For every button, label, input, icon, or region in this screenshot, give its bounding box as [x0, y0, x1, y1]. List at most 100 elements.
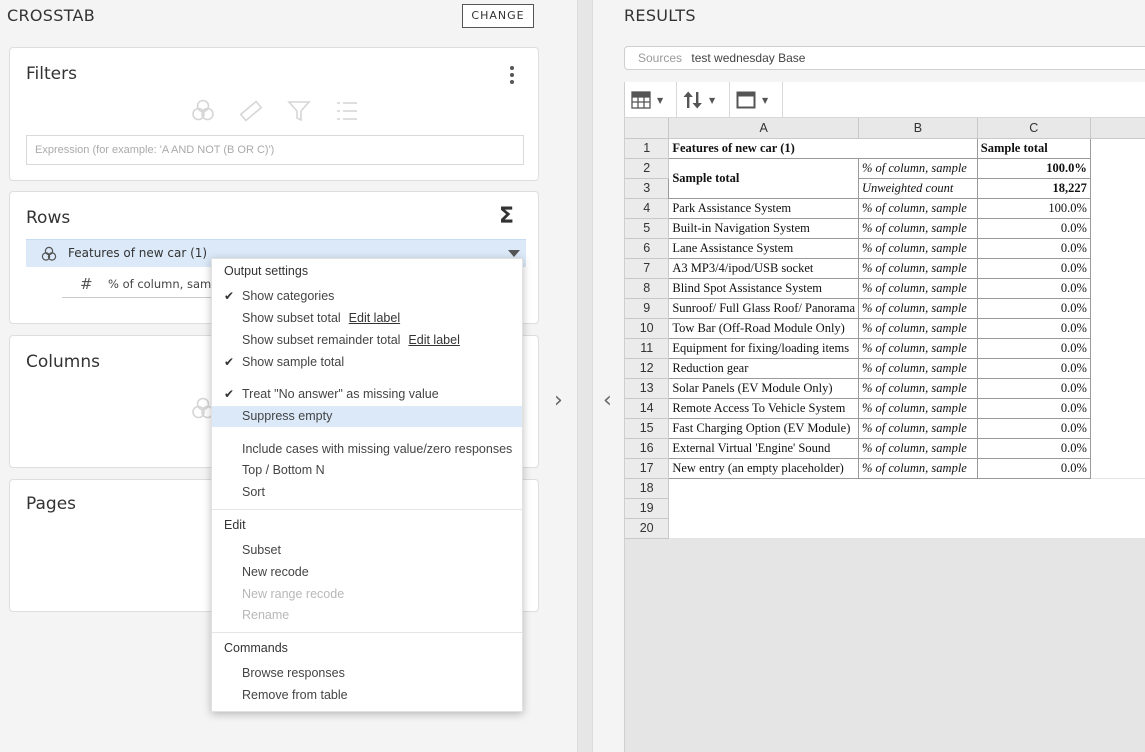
cell-a[interactable]: New entry (an empty placeholder) — [668, 457, 859, 479]
row-number[interactable]: 13 — [625, 378, 670, 399]
cell-a[interactable]: A3 MP3/4/ipod/USB socket — [668, 257, 859, 279]
cell-b[interactable]: % of column, sample — [858, 317, 978, 339]
cell-b[interactable]: % of column, sample — [858, 457, 978, 479]
menu-item-show-subset-total[interactable]: Show subset total Edit label — [212, 308, 522, 329]
chevron-left-icon[interactable]: ‹ — [603, 388, 612, 413]
empty-cell[interactable] — [1090, 358, 1145, 378]
cell-c[interactable]: 0.0% — [976, 357, 1091, 379]
empty-cell[interactable] — [1090, 298, 1145, 318]
funnel-icon[interactable] — [286, 98, 312, 124]
cell-a[interactable]: External Virtual 'Engine' Sound — [668, 437, 859, 459]
empty-cell[interactable] — [668, 518, 1145, 538]
empty-cell[interactable] — [1090, 398, 1145, 418]
row-number[interactable]: 1 — [625, 138, 670, 159]
cell-c[interactable]: 0.0% — [976, 337, 1091, 359]
column-header-blank[interactable] — [1090, 118, 1145, 139]
corner-cell[interactable] — [625, 118, 670, 139]
row-number[interactable]: 8 — [625, 278, 670, 299]
row-number[interactable]: 2 — [625, 158, 670, 179]
row-number[interactable]: 5 — [625, 218, 670, 239]
cell-a[interactable]: Reduction gear — [668, 357, 859, 379]
empty-cell[interactable] — [1090, 258, 1145, 278]
empty-cell[interactable] — [1090, 138, 1145, 158]
cell-a[interactable]: Blind Spot Assistance System — [668, 277, 859, 299]
cell-b[interactable]: % of column, sample — [858, 237, 978, 259]
cell-c[interactable]: 100.0% — [976, 157, 1091, 179]
menu-item-remove-from-table[interactable]: Remove from table — [212, 685, 522, 706]
empty-cell[interactable] — [1090, 418, 1145, 438]
cell-b[interactable]: % of column, sample — [858, 257, 978, 279]
edit-label-link[interactable]: Edit label — [408, 333, 459, 347]
layout-dropdown[interactable]: ▼ — [736, 90, 768, 110]
edit-label-link[interactable]: Edit label — [349, 311, 400, 325]
cell-a[interactable]: Built-in Navigation System — [668, 217, 859, 239]
cell-b[interactable]: % of column, sample — [858, 437, 978, 459]
cell-b[interactable]: Unweighted count — [858, 177, 978, 199]
cell-a[interactable]: Sunroof/ Full Glass Roof/ Panorama — [668, 297, 859, 319]
change-button[interactable]: CHANGE — [462, 4, 534, 28]
empty-cell[interactable] — [668, 498, 1145, 518]
cell-a[interactable]: Lane Assistance System — [668, 237, 859, 259]
column-header-b[interactable]: B — [858, 118, 978, 139]
menu-item-treat-no-answer[interactable]: ✔ Treat "No answer" as missing value — [212, 384, 522, 405]
panel-divider[interactable] — [577, 0, 593, 752]
cell-c[interactable]: 0.0% — [976, 397, 1091, 419]
column-header-c[interactable]: C — [977, 118, 1091, 139]
menu-item-show-sample-total[interactable]: ✔ Show sample total — [212, 352, 522, 373]
row-number[interactable]: 11 — [625, 338, 670, 359]
chevron-right-icon[interactable]: › — [554, 388, 563, 413]
table-view-dropdown[interactable]: ▼ — [631, 90, 663, 110]
menu-item-browse-responses[interactable]: Browse responses — [212, 663, 522, 684]
cell-c[interactable]: 0.0% — [976, 417, 1091, 439]
cell-b[interactable]: % of column, sample — [858, 217, 978, 239]
menu-item-top-bottom-n[interactable]: Top / Bottom N — [212, 460, 522, 481]
cell-c[interactable]: 0.0% — [976, 257, 1091, 279]
cell-b[interactable]: % of column, sample — [858, 197, 978, 219]
empty-cell[interactable] — [1090, 158, 1145, 178]
cell-c[interactable]: Sample total — [976, 137, 1091, 159]
cell-b[interactable]: % of column, sample — [858, 357, 978, 379]
more-options-icon[interactable] — [510, 66, 514, 84]
menu-item-show-subset-remainder-total[interactable]: Show subset remainder total Edit label — [212, 330, 522, 351]
row-number[interactable]: 19 — [625, 498, 670, 519]
list-icon[interactable] — [334, 98, 360, 124]
sigma-icon[interactable]: Σ — [499, 204, 514, 229]
expression-input[interactable]: Expression (for example: 'A AND NOT (B O… — [26, 135, 524, 165]
cell-c[interactable]: 0.0% — [976, 277, 1091, 299]
cell-b[interactable]: % of column, sample — [858, 277, 978, 299]
empty-cell[interactable] — [1090, 438, 1145, 458]
sources-bar[interactable]: Sources test wednesday Base — [624, 46, 1145, 70]
cell-c[interactable]: 0.0% — [976, 457, 1091, 479]
empty-cell[interactable] — [1090, 318, 1145, 338]
menu-item-show-categories[interactable]: ✔ Show categories — [212, 286, 522, 307]
cell-a[interactable]: Features of new car (1) — [668, 137, 978, 159]
cell-b[interactable]: % of column, sample — [858, 377, 978, 399]
row-number[interactable]: 3 — [625, 178, 670, 199]
cell-a[interactable]: Park Assistance System — [668, 197, 859, 219]
empty-cell[interactable] — [1090, 278, 1145, 298]
cell-c[interactable]: 100.0% — [976, 197, 1091, 219]
cell-a[interactable]: Remote Access To Vehicle System — [668, 397, 859, 419]
cell-b[interactable]: % of column, sample — [858, 417, 978, 439]
column-header-a[interactable]: A — [668, 118, 859, 139]
ruler-icon[interactable] — [238, 98, 264, 124]
empty-cell[interactable] — [668, 478, 1145, 498]
cell-a[interactable]: Tow Bar (Off-Road Module Only) — [668, 317, 859, 339]
row-number[interactable]: 18 — [625, 478, 670, 499]
cell-c[interactable]: 0.0% — [976, 437, 1091, 459]
cell-a[interactable]: Solar Panels (EV Module Only) — [668, 377, 859, 399]
cell-b[interactable]: % of column, sample — [858, 297, 978, 319]
cell-c[interactable]: 0.0% — [976, 237, 1091, 259]
menu-item-include-cases[interactable]: Include cases with missing value/zero re… — [212, 439, 522, 460]
cell-a[interactable]: Sample total — [668, 157, 859, 199]
cell-b[interactable]: % of column, sample — [858, 337, 978, 359]
empty-cell[interactable] — [1090, 458, 1145, 478]
venn-icon[interactable] — [190, 98, 216, 124]
cell-c[interactable]: 0.0% — [976, 297, 1091, 319]
row-number[interactable]: 6 — [625, 238, 670, 259]
row-statistic-item[interactable]: # % of column, sample — [62, 270, 229, 298]
row-number[interactable]: 10 — [625, 318, 670, 339]
row-number[interactable]: 20 — [625, 518, 670, 539]
empty-cell[interactable] — [1090, 238, 1145, 258]
row-number[interactable]: 7 — [625, 258, 670, 279]
